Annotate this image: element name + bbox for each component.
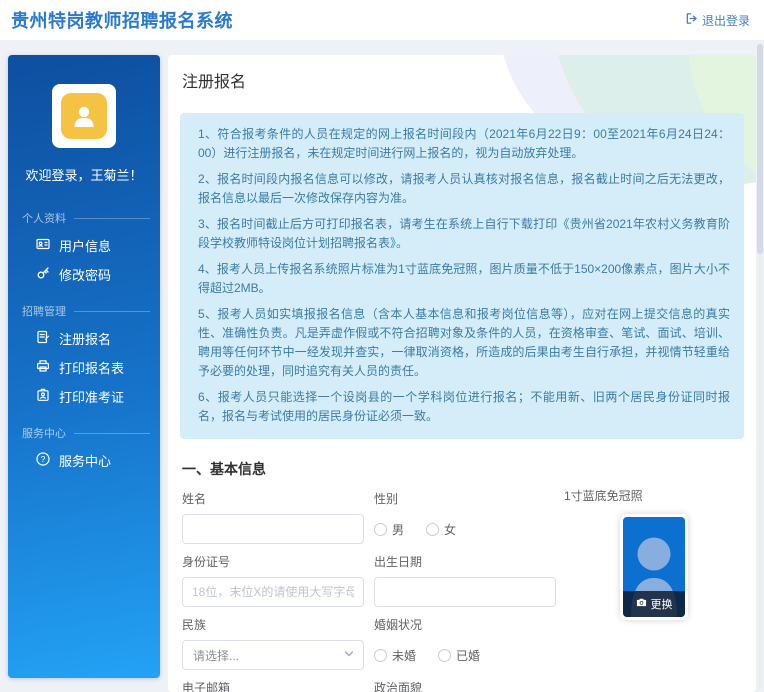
camera-icon [636,597,647,611]
marital-radio-married[interactable]: 已婚 [438,647,480,664]
badge-icon [36,388,50,405]
scrollbar[interactable] [757,44,763,689]
sidebar-item-label: 打印报名表 [59,358,124,377]
notice-item: 4、报考人员上传报名系统照片标准为1寸蓝底免冠照，图片质量不低于150×200像… [198,260,730,298]
sidebar-item-label: 注册报名 [59,329,111,348]
photo-area: 1寸蓝底免冠照 [564,487,734,620]
birth-date-input[interactable] [374,577,556,607]
nav-section-recruit: 招聘管理 [8,303,160,319]
ethnicity-select-placeholder: 请选择... [193,647,239,664]
email-field-group: 电子邮箱 [182,679,364,692]
sidebar-item-change-password[interactable]: 修改密码 [8,260,160,289]
sidebar-item-label: 打印准考证 [59,387,124,406]
sidebar-item-label: 服务中心 [59,451,111,470]
name-label: 姓名 [182,490,364,507]
gender-option-label: 男 [392,521,404,538]
section-title: 一、基本信息 [182,459,744,479]
name-field-group: 姓名 [182,490,364,544]
gender-radio-male[interactable]: 男 [374,521,404,538]
marital-radio-unmarried[interactable]: 未婚 [374,647,416,664]
avatar-person-icon [61,93,107,139]
basic-info-section: 一、基本信息 姓名 性别 男 女 [182,459,744,692]
sidebar-item-label: 修改密码 [59,265,111,284]
marital-option-label: 未婚 [392,647,416,664]
logout-icon [685,12,698,28]
id-number-field-group: 身份证号 [182,553,364,607]
ethnicity-select[interactable]: 请选择... [182,640,364,670]
sidebar-item-user-info[interactable]: 用户信息 [8,231,160,260]
question-circle-icon: ? [36,452,50,469]
ethnicity-field-group: 民族 请选择... [182,616,364,670]
gender-field-group: 性别 男 女 [374,490,556,544]
political-label: 政治面貌 [374,679,556,692]
avatar [52,84,116,148]
logout-label: 退出登录 [702,12,750,29]
sidebar-nav: 个人资料 用户信息 修改密码 招聘管理 [8,210,160,475]
id-number-label: 身份证号 [182,553,364,570]
chevron-down-icon [344,648,354,662]
marital-field-group: 婚姻状况 未婚 已婚 [374,616,556,670]
photo-card: 更换 [620,514,688,620]
gender-radio-female[interactable]: 女 [426,521,456,538]
photo-change-label: 更换 [651,596,673,612]
sidebar-item-print-ticket[interactable]: 打印准考证 [8,382,160,411]
app-title: 贵州特岗教师招聘报名系统 [11,7,233,33]
birth-date-field-group: 出生日期 [374,553,556,607]
marital-radio-group: 未婚 已婚 [374,640,556,670]
printer-icon [36,359,50,376]
gender-radio-group: 男 女 [374,514,556,544]
sidebar-item-label: 用户信息 [59,236,111,255]
logout-button[interactable]: 退出登录 [685,12,750,29]
name-input[interactable] [182,514,364,544]
notice-item: 1、符合报考条件的人员在规定的网上报名时间段内（2021年6月22日9：00至2… [198,125,730,163]
notice-item: 5、报考人员如实填报报名信息（含本人基本信息和报考岗位信息等），应对在网上提交信… [198,305,730,381]
main-panel: 注册报名 1、符合报考条件的人员在规定的网上报名时间段内（2021年6月22日9… [168,55,756,692]
nav-section-service: 服务中心 [8,425,160,441]
app-header: 贵州特岗教师招聘报名系统 退出登录 [0,0,764,40]
sidebar: 欢迎登录，王菊兰！ 个人资料 用户信息 修改密码 招聘管理 [8,55,160,678]
id-card-icon [36,237,50,254]
notice-item: 6、报考人员只能选择一个设岗县的一个学科岗位进行报名；不能用新、旧两个居民身份证… [198,388,730,426]
marital-option-label: 已婚 [456,647,480,664]
page-title: 注册报名 [182,68,756,92]
marital-label: 婚姻状况 [374,616,556,633]
notice-item: 3、报名时间截止后方可打印报名表，请考生在系统上自行下载打印《贵州省2021年农… [198,215,730,253]
notice-box: 1、符合报考条件的人员在规定的网上报名时间段内（2021年6月22日9：00至2… [180,113,744,439]
radio-circle-icon [374,523,387,536]
svg-text:?: ? [41,454,46,464]
radio-circle-icon [438,649,451,662]
radio-circle-icon [374,649,387,662]
birth-date-label: 出生日期 [374,553,556,570]
sidebar-item-service-center[interactable]: ? 服务中心 [8,446,160,475]
nav-section-personal: 个人资料 [8,210,160,226]
id-photo-placeholder: 更换 [623,517,685,617]
photo-label: 1寸蓝底免冠照 [564,489,643,503]
gender-label: 性别 [374,490,556,507]
political-field-group: 政治面貌 请选择... [374,679,556,692]
id-number-input[interactable] [182,577,364,607]
gender-option-label: 女 [444,521,456,538]
scrollbar-thumb[interactable] [757,44,763,254]
key-icon [36,266,50,283]
radio-circle-icon [426,523,439,536]
register-icon [36,330,50,347]
email-label: 电子邮箱 [182,679,364,692]
notice-item: 2、报名时间段内报名信息可以修改，请报考人员认真核对报名信息，报名截止时间之后无… [198,170,730,208]
sidebar-item-print-form[interactable]: 打印报名表 [8,353,160,382]
ethnicity-label: 民族 [182,616,364,633]
photo-change-button[interactable]: 更换 [623,591,685,617]
sidebar-item-register[interactable]: 注册报名 [8,324,160,353]
welcome-text: 欢迎登录，王菊兰！ [8,165,160,184]
